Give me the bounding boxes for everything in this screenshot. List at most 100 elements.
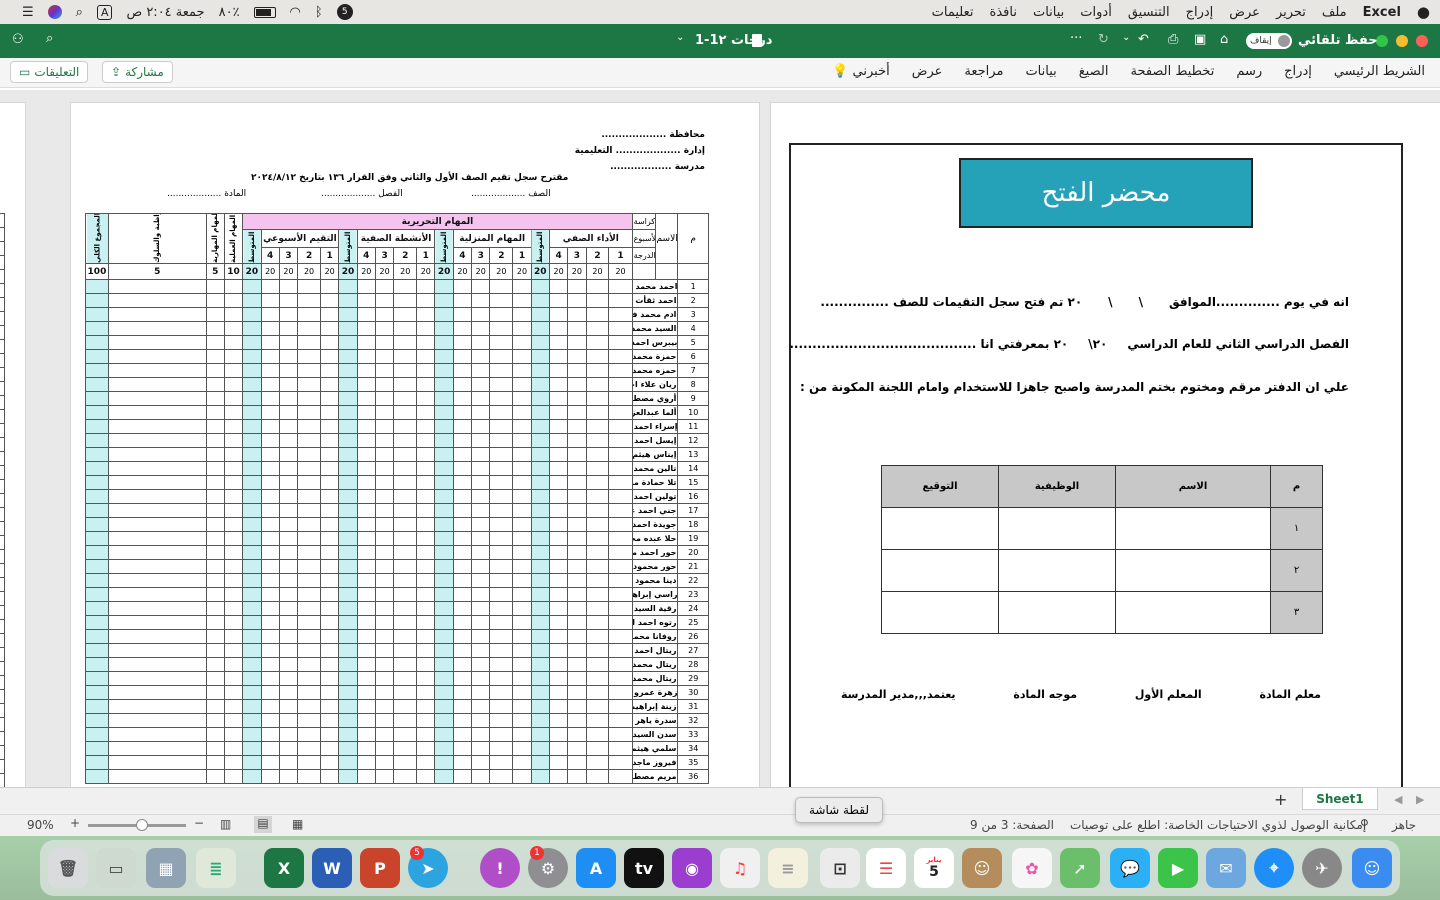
week-cell[interactable]	[416, 559, 436, 574]
week-cell[interactable]	[489, 517, 514, 532]
week-cell[interactable]	[452, 279, 473, 294]
behavior-cell[interactable]	[107, 573, 207, 588]
week-cell[interactable]	[320, 657, 340, 672]
performance-cell[interactable]	[205, 321, 225, 336]
more-icon[interactable]: ···	[1070, 31, 1082, 46]
week-cell[interactable]	[320, 671, 340, 686]
average-cell[interactable]	[338, 531, 358, 546]
total-cell[interactable]	[85, 335, 109, 350]
week-cell[interactable]	[260, 769, 280, 784]
performance-cell[interactable]	[205, 755, 225, 770]
week-cell[interactable]	[356, 531, 376, 546]
average-cell[interactable]	[434, 377, 454, 392]
week-cell[interactable]	[297, 685, 322, 700]
week-cell[interactable]	[297, 517, 322, 532]
week-cell[interactable]	[260, 307, 280, 322]
week-cell[interactable]	[278, 363, 299, 378]
performance-cell[interactable]	[205, 615, 225, 630]
average-cell[interactable]	[338, 671, 358, 686]
week-cell[interactable]	[548, 643, 569, 658]
week-cell[interactable]	[297, 741, 322, 756]
week-cell[interactable]	[512, 517, 532, 532]
menu-format[interactable]: التنسيق	[1128, 5, 1170, 20]
student-name[interactable]: بيبرس احمد محمد السيد	[631, 335, 679, 350]
zoom-window-button[interactable]	[1376, 35, 1388, 47]
total-cell[interactable]	[85, 587, 109, 602]
week-cell[interactable]	[278, 377, 299, 392]
week-cell[interactable]	[489, 391, 514, 406]
average-cell[interactable]	[242, 629, 262, 644]
week-cell[interactable]	[393, 377, 418, 392]
practical-cell[interactable]	[223, 391, 244, 406]
tab-home[interactable]: الشريط الرئيسي	[1334, 64, 1425, 79]
average-cell[interactable]	[242, 489, 262, 504]
week-cell[interactable]	[374, 657, 395, 672]
average-cell[interactable]	[338, 657, 358, 672]
week-cell[interactable]	[512, 405, 532, 420]
maps-icon[interactable]: ➚	[1060, 848, 1100, 888]
week-cell[interactable]	[393, 349, 418, 364]
week-cell[interactable]	[320, 727, 340, 742]
week-cell[interactable]	[356, 755, 376, 770]
week-cell[interactable]	[471, 671, 491, 686]
practical-cell[interactable]	[223, 321, 244, 336]
week-cell[interactable]	[393, 461, 418, 476]
week-cell[interactable]	[320, 517, 340, 532]
week-cell[interactable]	[393, 419, 418, 434]
trash-icon[interactable]: 🗑	[48, 848, 88, 888]
week-cell[interactable]	[452, 447, 473, 462]
week-cell[interactable]	[471, 769, 491, 784]
week-cell[interactable]	[320, 461, 340, 476]
week-cell[interactable]	[374, 755, 395, 770]
total-cell[interactable]	[85, 475, 109, 490]
week-cell[interactable]	[416, 517, 436, 532]
week-cell[interactable]	[585, 377, 610, 392]
week-cell[interactable]	[297, 503, 322, 518]
menu-file[interactable]: ملف	[1322, 5, 1347, 20]
average-cell[interactable]	[530, 279, 550, 294]
week-cell[interactable]	[471, 559, 491, 574]
week-cell[interactable]	[548, 685, 569, 700]
week-cell[interactable]	[585, 573, 610, 588]
week-cell[interactable]	[585, 391, 610, 406]
average-cell[interactable]	[434, 727, 454, 742]
week-cell[interactable]	[512, 713, 532, 728]
week-cell[interactable]	[297, 559, 322, 574]
week-cell[interactable]	[297, 391, 322, 406]
week-cell[interactable]	[452, 587, 473, 602]
week-cell[interactable]	[567, 559, 587, 574]
average-cell[interactable]	[434, 587, 454, 602]
week-cell[interactable]	[374, 461, 395, 476]
week-cell[interactable]	[548, 503, 569, 518]
week-cell[interactable]	[374, 559, 395, 574]
week-cell[interactable]	[416, 349, 436, 364]
week-cell[interactable]	[278, 755, 299, 770]
week-cell[interactable]	[297, 307, 322, 322]
week-cell[interactable]	[416, 573, 436, 588]
week-cell[interactable]	[608, 531, 633, 546]
week-cell[interactable]	[297, 335, 322, 350]
week-cell[interactable]	[356, 629, 376, 644]
average-cell[interactable]	[434, 405, 454, 420]
week-cell[interactable]	[471, 363, 491, 378]
week-cell[interactable]	[278, 587, 299, 602]
week-cell[interactable]	[356, 293, 376, 308]
wifi-icon[interactable]: ◠	[290, 5, 301, 20]
behavior-cell[interactable]	[107, 419, 207, 434]
week-cell[interactable]	[471, 279, 491, 294]
menu-data[interactable]: بيانات	[1033, 5, 1064, 20]
practical-cell[interactable]	[223, 489, 244, 504]
behavior-cell[interactable]	[107, 321, 207, 336]
average-cell[interactable]	[434, 545, 454, 560]
week-cell[interactable]	[567, 713, 587, 728]
week-cell[interactable]	[416, 671, 436, 686]
week-cell[interactable]	[260, 461, 280, 476]
week-cell[interactable]	[393, 475, 418, 490]
week-cell[interactable]	[320, 307, 340, 322]
performance-cell[interactable]	[205, 587, 225, 602]
average-cell[interactable]	[338, 755, 358, 770]
average-cell[interactable]	[530, 475, 550, 490]
week-cell[interactable]	[278, 489, 299, 504]
performance-cell[interactable]	[205, 727, 225, 742]
student-name[interactable]: السيد محمد فتحي	[631, 321, 679, 336]
